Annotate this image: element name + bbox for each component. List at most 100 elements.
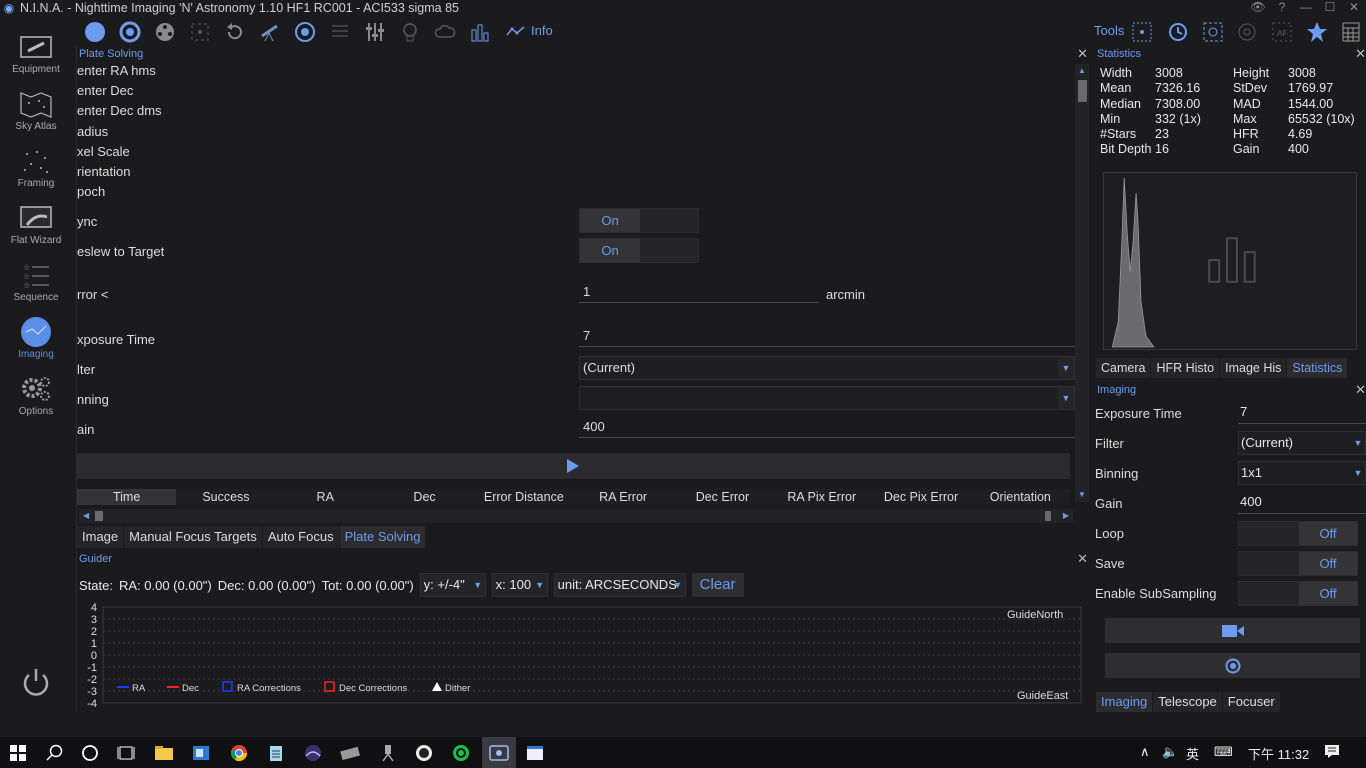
close-icon[interactable]: ✕ (1355, 46, 1366, 62)
green-app-icon[interactable] (451, 743, 471, 763)
flat-device-icon[interactable] (399, 21, 421, 43)
nav-framing[interactable]: Framing (0, 146, 72, 202)
column-header[interactable]: Orientation (971, 489, 1070, 505)
tab-hfr-histo[interactable]: HFR Histo (1151, 358, 1221, 378)
tab-focuser[interactable]: Focuser (1222, 692, 1281, 712)
file-explorer-icon[interactable] (154, 743, 174, 763)
info-button[interactable]: Info (506, 23, 553, 38)
weather-cloud-icon[interactable] (434, 21, 456, 43)
camera-icon[interactable] (84, 21, 106, 43)
scroll-right-icon[interactable]: ▶ (1063, 509, 1069, 523)
tab-imaging[interactable]: Imaging (1096, 692, 1154, 712)
scroll-thumb[interactable] (1078, 80, 1087, 102)
error-input[interactable]: 1 (579, 281, 819, 303)
guider-icon[interactable] (294, 21, 316, 43)
start-capture-button[interactable] (1105, 618, 1360, 643)
nav-imaging[interactable]: Imaging (0, 317, 72, 373)
calculator-icon[interactable] (1340, 21, 1362, 43)
stellarium-icon[interactable] (303, 743, 323, 763)
cortana-icon[interactable] (80, 743, 100, 763)
save-toggle[interactable]: Off (1238, 551, 1358, 576)
close-button[interactable]: ✕ (1342, 0, 1366, 16)
telescope-app-icon[interactable] (340, 743, 360, 763)
column-header[interactable]: Dec Pix Error (871, 489, 970, 505)
tab-statistics[interactable]: Statistics (1287, 358, 1349, 378)
eye-icon[interactable]: 👁 (1246, 0, 1270, 16)
aperture-icon[interactable] (119, 21, 141, 43)
scroll-left-icon[interactable]: ◀ (83, 509, 89, 523)
column-header[interactable]: Dec (375, 489, 474, 505)
nav-options[interactable]: Options (0, 374, 72, 430)
close-icon[interactable]: ✕ (1355, 382, 1366, 398)
scroll-thumb-end[interactable] (1045, 511, 1051, 521)
tab-auto-focus[interactable]: Auto Focus (262, 526, 340, 548)
chrome-icon[interactable] (229, 743, 249, 763)
gain-input[interactable]: 400 (579, 416, 1075, 438)
reslew-toggle[interactable]: On (579, 238, 699, 263)
sync-toggle[interactable]: On (579, 208, 699, 233)
window-app-icon[interactable] (525, 743, 545, 763)
column-header[interactable]: Time (77, 489, 177, 505)
mount-app-icon[interactable] (378, 743, 398, 763)
outlook-icon[interactable] (191, 743, 211, 763)
pin-star-icon[interactable] (1306, 21, 1328, 43)
scroll-down-icon[interactable]: ▼ (1075, 490, 1089, 499)
nav-equipment[interactable]: Equipment (0, 32, 72, 88)
windows-start-icon[interactable] (8, 743, 28, 763)
taskbar-clock[interactable]: 下午 11:32 (1248, 744, 1309, 763)
search-icon[interactable] (45, 743, 65, 763)
filter-wheel-icon[interactable] (154, 21, 176, 43)
notepad-icon[interactable] (266, 743, 286, 763)
subsampling-toggle[interactable]: Off (1238, 581, 1358, 606)
column-header[interactable]: RA (276, 489, 375, 505)
scroll-thumb[interactable] (95, 511, 103, 521)
gain-input[interactable]: 400 (1238, 492, 1366, 514)
help-icon[interactable]: ? (1270, 0, 1294, 16)
autofocus-icon[interactable]: AF (1271, 21, 1293, 43)
scroll-up-icon[interactable]: ▲ (1075, 66, 1089, 75)
nav-sequence[interactable]: ☆ ☆ ☆ Sequence (0, 260, 72, 316)
exposure-time-input[interactable]: 7 (1238, 402, 1366, 424)
notification-icon[interactable] (1324, 744, 1340, 761)
phd2-icon[interactable] (414, 743, 434, 763)
close-icon[interactable]: ✕ (1077, 46, 1088, 62)
minimize-button[interactable]: — (1294, 0, 1318, 16)
column-header[interactable]: RA Error (573, 489, 672, 505)
tab-image-histogram[interactable]: Image His (1220, 358, 1288, 378)
solve-button[interactable] (77, 453, 1070, 479)
y-scale-select[interactable]: y: +/-4" ▼ (419, 573, 486, 597)
filter-select[interactable]: (Current) ▼ (1238, 431, 1366, 455)
volume-icon[interactable]: 🔈 (1162, 744, 1178, 760)
crosshair-icon[interactable] (1202, 21, 1224, 43)
snapshot-button[interactable] (1105, 653, 1360, 678)
maximize-button[interactable]: ☐ (1318, 0, 1342, 16)
tab-plate-solving[interactable]: Plate Solving (339, 526, 427, 548)
vertical-scrollbar[interactable]: ▲ ▼ (1075, 64, 1089, 502)
column-header[interactable]: Dec Error (673, 489, 772, 505)
close-icon[interactable]: ✕ (1077, 551, 1088, 567)
tab-telescope[interactable]: Telescope (1153, 692, 1223, 712)
ime-indicator[interactable]: 英 (1186, 744, 1199, 763)
tab-camera[interactable]: Camera (1096, 358, 1152, 378)
history-icon[interactable] (1167, 21, 1189, 43)
binning-select[interactable]: 1x1 ▼ (1238, 461, 1366, 485)
power-icon[interactable] (20, 666, 52, 698)
nav-sky-atlas[interactable]: Sky Atlas (0, 89, 72, 145)
nav-flat-wizard[interactable]: Flat Wizard (0, 203, 72, 259)
tab-manual-focus-targets[interactable]: Manual Focus Targets (124, 526, 263, 548)
task-view-icon[interactable] (116, 743, 136, 763)
binning-select[interactable]: ▼ (579, 386, 1075, 410)
rotator-icon[interactable] (224, 21, 246, 43)
switch-icon[interactable] (364, 21, 386, 43)
sequence-list-icon[interactable] (329, 21, 351, 43)
filter-select[interactable]: (Current) ▼ (579, 356, 1075, 380)
nina-taskbar-icon[interactable] (482, 737, 516, 768)
column-header[interactable]: Error Distance (474, 489, 573, 505)
horizontal-scrollbar[interactable]: ◀ ▶ (79, 509, 1073, 523)
unit-select[interactable]: unit: ARCSECONDS ▼ (553, 573, 686, 597)
bar-chart-icon[interactable] (469, 21, 491, 43)
loop-toggle[interactable]: Off (1238, 521, 1358, 546)
keyboard-icon[interactable]: ⌨ (1214, 744, 1233, 760)
target-icon[interactable] (1236, 21, 1258, 43)
column-header[interactable]: Success (176, 489, 275, 505)
